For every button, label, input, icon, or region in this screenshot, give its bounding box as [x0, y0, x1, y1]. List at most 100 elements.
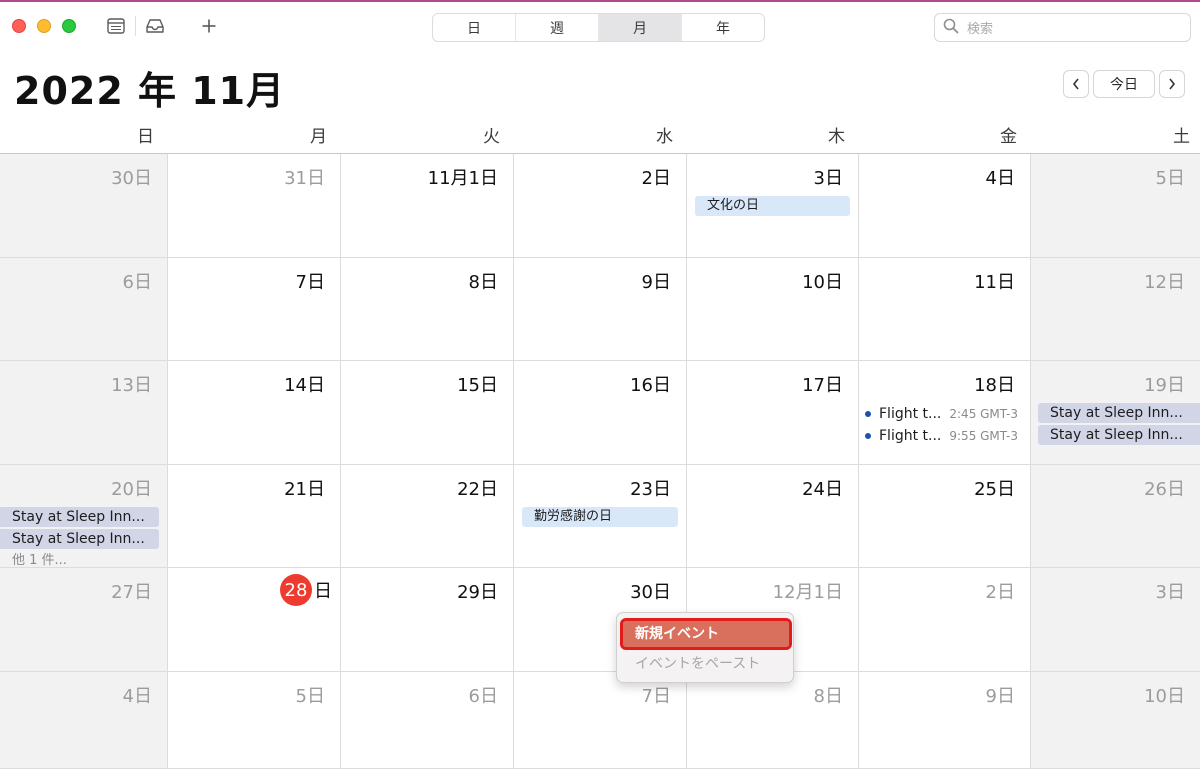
new-event-menu-item[interactable]: 新規イベント	[620, 618, 792, 650]
day-number: 7日	[295, 272, 325, 293]
tab-week[interactable]: 週	[516, 14, 599, 41]
toolbar: 日 週 月 年 検索	[0, 0, 1200, 52]
day-cell[interactable]: 26日	[1031, 465, 1200, 568]
day-cell[interactable]: 27日	[0, 568, 168, 672]
plus-icon[interactable]	[198, 15, 220, 37]
day-cell[interactable]: 2日	[514, 154, 687, 258]
day-number: 22日	[457, 479, 498, 500]
sidebar-icon[interactable]	[105, 15, 127, 37]
day-number: 12日	[1144, 272, 1185, 293]
tab-month[interactable]: 月	[599, 14, 682, 41]
day-cell[interactable]: 21日	[168, 465, 341, 568]
zoom-window-button[interactable]	[62, 19, 76, 33]
day-number: 18日	[974, 375, 1015, 396]
day-number-suffix: 日	[314, 581, 332, 602]
day-number: 30日	[630, 582, 671, 603]
search-input[interactable]: 検索	[934, 13, 1191, 42]
day-number: 9日	[641, 272, 671, 293]
day-cell[interactable]: 7日	[168, 258, 341, 361]
event-time: 9:55 GMT-3	[949, 429, 1018, 443]
day-cell[interactable]: 11月1日	[341, 154, 514, 258]
more-events-link[interactable]: 他 1 件...	[12, 549, 67, 568]
day-cell[interactable]: 23日 勤労感謝の日	[514, 465, 687, 568]
day-cell[interactable]: 12日	[1031, 258, 1200, 361]
day-cell[interactable]: 29日	[341, 568, 514, 672]
day-cell[interactable]: 10日	[1031, 672, 1200, 769]
page-title: 2022 年 11月	[14, 69, 286, 113]
day-number: 19日	[1144, 375, 1185, 396]
day-cell[interactable]: 15日	[341, 361, 514, 465]
holiday-event[interactable]: 勤労感謝の日	[522, 507, 678, 527]
day-number: 11月1日	[427, 168, 498, 189]
day-cell[interactable]: 8日	[687, 672, 859, 769]
day-cell[interactable]: 3日	[1031, 568, 1200, 672]
weekday-thu: 木	[828, 127, 845, 147]
next-month-button[interactable]	[1159, 70, 1185, 98]
day-number: 8日	[468, 272, 498, 293]
stay-event[interactable]: Stay at Sleep Inn...	[1038, 425, 1200, 445]
weekday-sun: 日	[137, 127, 154, 147]
stay-event[interactable]: Stay at Sleep Inn...	[1038, 403, 1200, 423]
flight-event[interactable]: Flight t... 2:45 GMT-3	[865, 405, 1018, 423]
paste-event-menu-item[interactable]: イベントをペースト	[623, 651, 789, 677]
day-number: 14日	[284, 375, 325, 396]
day-cell[interactable]: 9日	[514, 258, 687, 361]
day-number: 3日	[813, 168, 843, 189]
tab-day[interactable]: 日	[433, 14, 516, 41]
day-number: 5日	[295, 686, 325, 707]
minimize-window-button[interactable]	[37, 19, 51, 33]
day-cell[interactable]: 16日	[514, 361, 687, 465]
day-cell[interactable]: 9日	[859, 672, 1031, 769]
weekday-header: 日 月 火 水 木 金 土	[0, 116, 1200, 154]
day-number: 29日	[457, 582, 498, 603]
day-cell[interactable]: 25日	[859, 465, 1031, 568]
day-cell[interactable]: 5日	[168, 672, 341, 769]
day-cell[interactable]: 6日	[341, 672, 514, 769]
day-cell[interactable]: 24日	[687, 465, 859, 568]
event-dot-icon	[865, 411, 871, 417]
stay-event[interactable]: Stay at Sleep Inn...	[0, 529, 159, 549]
weekday-mon: 月	[310, 127, 327, 147]
chevron-right-icon	[1169, 78, 1176, 90]
day-number: 6日	[122, 272, 152, 293]
day-number: 5日	[1155, 168, 1185, 189]
flight-event[interactable]: Flight t... 9:55 GMT-3	[865, 427, 1018, 445]
holiday-event[interactable]: 文化の日	[695, 196, 850, 216]
previous-month-button[interactable]	[1063, 70, 1089, 98]
day-cell[interactable]: 20日 Stay at Sleep Inn... Stay at Sleep Inn…	[0, 465, 168, 568]
today-button[interactable]: 今日	[1093, 70, 1155, 98]
day-cell[interactable]: 2日	[859, 568, 1031, 672]
day-cell[interactable]: 28 日	[168, 568, 341, 672]
inbox-icon[interactable]	[144, 15, 166, 37]
day-cell[interactable]: 19日 Stay at Sleep Inn... Stay at Sleep Inn…	[1031, 361, 1200, 465]
day-cell[interactable]: 5日	[1031, 154, 1200, 258]
day-cell[interactable]: 18日 Flight t... 2:45 GMT-3 Flight t... 9:55 …	[859, 361, 1031, 465]
day-cell[interactable]: 4日	[859, 154, 1031, 258]
day-cell[interactable]: 6日	[0, 258, 168, 361]
day-cell[interactable]: 13日	[0, 361, 168, 465]
day-cell[interactable]: 11日	[859, 258, 1031, 361]
day-cell[interactable]: 17日	[687, 361, 859, 465]
close-window-button[interactable]	[12, 19, 26, 33]
day-number: 31日	[284, 168, 325, 189]
day-cell[interactable]: 3日文化の日	[687, 154, 859, 258]
context-menu: 新規イベント イベントをペースト	[616, 612, 794, 683]
day-number: 2日	[985, 582, 1015, 603]
tab-year[interactable]: 年	[682, 14, 764, 41]
day-cell[interactable]: 22日	[341, 465, 514, 568]
day-cell[interactable]: 10日	[687, 258, 859, 361]
search-icon	[943, 18, 959, 38]
stay-event[interactable]: Stay at Sleep Inn...	[0, 507, 159, 527]
weekday-fri: 金	[1000, 127, 1017, 147]
event-title: Flight t...	[879, 428, 942, 444]
day-cell[interactable]: 7日	[514, 672, 687, 769]
day-cell[interactable]: 30日	[0, 154, 168, 258]
day-cell[interactable]: 4日	[0, 672, 168, 769]
weekday-tue: 火	[483, 127, 500, 147]
day-number: 16日	[630, 375, 671, 396]
search-placeholder: 検索	[967, 22, 994, 37]
weekday-sat: 土	[1173, 127, 1190, 147]
day-cell[interactable]: 14日	[168, 361, 341, 465]
day-cell[interactable]: 8日	[341, 258, 514, 361]
day-cell[interactable]: 31日	[168, 154, 341, 258]
